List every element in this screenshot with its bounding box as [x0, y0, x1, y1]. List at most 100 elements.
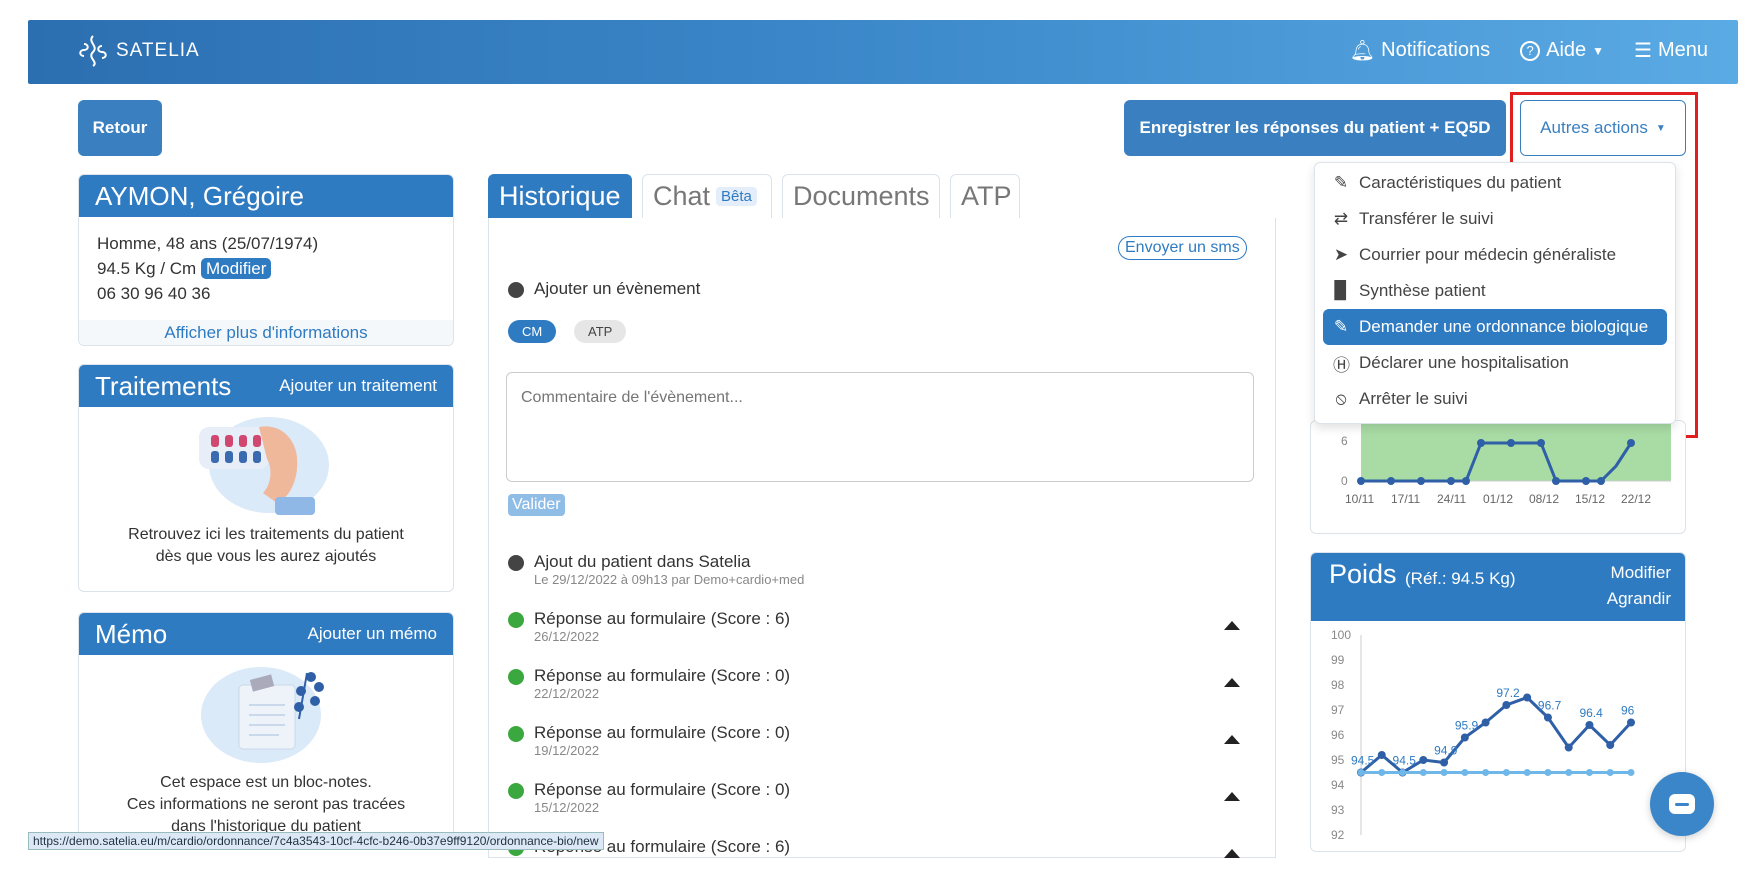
tab-atp[interactable]: ATP: [950, 174, 1020, 218]
chat-launcher-button[interactable]: [1650, 772, 1714, 836]
add-treatment-link[interactable]: Ajouter un traitement: [279, 376, 437, 396]
collapse-caret-icon[interactable]: [1224, 849, 1240, 858]
event-item[interactable]: Réponse au formulaire (Score : 0) 19/12/2…: [508, 723, 1258, 758]
menu-item-6[interactable]: ⦸ Arrêter le suivi: [1323, 381, 1667, 417]
modify-weight-button[interactable]: Modifier: [200, 258, 272, 279]
event-date: 26/12/2022: [534, 629, 600, 644]
hamburger-icon: ☰: [1634, 40, 1652, 62]
caret-down-icon: ▼: [1655, 122, 1666, 134]
score-ytick: 6: [1341, 434, 1348, 448]
cm-toggle[interactable]: CM: [508, 320, 557, 343]
tab-history[interactable]: Historique: [488, 174, 632, 218]
patient-demographics: Homme, 48 ans (25/07/1974): [97, 234, 319, 253]
back-button[interactable]: Retour: [78, 100, 162, 156]
y-tick-label: 100: [1331, 628, 1351, 642]
event-item[interactable]: Réponse au formulaire (Score : 6): [508, 837, 1258, 857]
paper-plane-icon: ➤: [1333, 245, 1349, 264]
data-label: 97.2: [1496, 686, 1520, 700]
data-point: [1440, 758, 1449, 767]
collapse-caret-icon[interactable]: [1224, 735, 1240, 744]
show-more-info-link[interactable]: Afficher plus d'informations: [79, 320, 453, 345]
pencil-icon: ✎: [1333, 173, 1349, 192]
satelia-logo[interactable]: SATELIA: [78, 34, 200, 68]
event-comment-input[interactable]: [506, 372, 1254, 482]
weight-reference: (Réf.: 94.5 Kg): [1405, 569, 1516, 588]
data-point: [1378, 769, 1386, 776]
save-responses-button[interactable]: Enregistrer les réponses du patient + EQ…: [1124, 100, 1506, 156]
weight-panel: Poids (Réf.: 94.5 Kg) Modifier Agrandir …: [1310, 552, 1686, 852]
menu-item-1[interactable]: ⇄ Transférer le suivi: [1323, 201, 1667, 237]
add-memo-link[interactable]: Ajouter un mémo: [308, 624, 437, 644]
data-point: [1419, 769, 1427, 776]
data-point: [1543, 713, 1552, 722]
tab-documents[interactable]: Documents: [782, 174, 940, 218]
menu-item-label: Transférer le suivi: [1359, 209, 1494, 228]
data-point: [1523, 693, 1532, 702]
menu-item-3[interactable]: ▉ Synthèse patient: [1323, 273, 1667, 309]
help-dropdown[interactable]: ? Aide ▼: [1520, 38, 1604, 63]
menu-item-4[interactable]: ✎ Demander une ordonnance biologique: [1323, 309, 1667, 345]
chat-icon: [1669, 794, 1695, 814]
validate-button[interactable]: Valider: [508, 494, 565, 516]
modify-weight-link[interactable]: Modifier: [1611, 563, 1671, 583]
treatments-title: Traitements: [95, 370, 232, 401]
treatments-empty-line2: dès que vous les aurez ajoutés: [155, 548, 377, 565]
score-chart: 6 0 10/11 17/11 24/11 01/12 08/12 15/12 …: [1341, 421, 1671, 506]
other-actions-menu: ✎ Caractéristiques du patient ⇄ Transférer …: [1314, 162, 1676, 424]
event-item[interactable]: Ajout du patient dans Satelia Le 29/12/20…: [508, 552, 1258, 587]
tab-chat[interactable]: Chat Bêta: [642, 174, 772, 218]
event-item[interactable]: Réponse au formulaire (Score : 0) 22/12/2…: [508, 666, 1258, 701]
data-label: 96.7: [1538, 699, 1562, 713]
atp-toggle[interactable]: ATP: [574, 320, 627, 343]
data-label: 96: [1621, 704, 1635, 718]
data-point: [1627, 769, 1635, 776]
event-date: Le 29/12/2022 à 09h13 par Demo+cardio+me…: [534, 572, 805, 587]
memo-line2: Ces informations ne seront pas tracées: [126, 796, 406, 813]
notifications-link[interactable]: 🔔︎ Notifications: [1350, 38, 1490, 63]
y-tick-label: 95: [1331, 753, 1345, 767]
y-tick-label: 99: [1331, 653, 1345, 667]
event-item[interactable]: Réponse au formulaire (Score : 0) 15/12/2…: [508, 780, 1258, 815]
enlarge-chart-link[interactable]: Agrandir: [1607, 589, 1671, 609]
status-dot-icon: [508, 782, 524, 799]
memo-title: Mémo: [95, 618, 168, 649]
menu-label: Menu: [1657, 39, 1708, 61]
data-point: [1606, 769, 1614, 776]
data-point: [1377, 751, 1386, 759]
notepad-illustration: [201, 667, 324, 763]
y-tick-label: 94: [1331, 778, 1345, 792]
score-xlabel: 10/11: [1345, 492, 1374, 506]
y-tick-label: 93: [1331, 803, 1345, 817]
data-point: [1461, 769, 1469, 776]
menu-item-5[interactable]: Ⓗ Déclarer une hospitalisation: [1323, 345, 1667, 381]
status-dot-icon: [508, 725, 524, 742]
data-point: [1564, 743, 1573, 752]
event-date: 19/12/2022: [534, 743, 600, 758]
history-panel: [488, 218, 1276, 858]
collapse-caret-icon[interactable]: [1224, 621, 1240, 630]
data-point: [1440, 769, 1448, 776]
event-item[interactable]: Réponse au formulaire (Score : 6) 26/12/2…: [508, 609, 1258, 644]
data-point: [1585, 721, 1594, 729]
help-label: Aide: [1546, 39, 1587, 61]
menu-item-2[interactable]: ➤ Courrier pour médecin généraliste: [1323, 237, 1667, 273]
data-point: [1419, 756, 1428, 764]
data-point: [1585, 769, 1593, 776]
collapse-caret-icon[interactable]: [1224, 678, 1240, 687]
notifications-label: Notifications: [1381, 39, 1491, 61]
event-title: Réponse au formulaire (Score : 6): [534, 609, 791, 628]
event-title: Ajout du patient dans Satelia: [534, 552, 751, 571]
menu-item-0[interactable]: ✎ Caractéristiques du patient: [1323, 165, 1667, 201]
patient-panel: AYMON, Grégoire Homme, 48 ans (25/07/197…: [78, 174, 454, 346]
event-title: Réponse au formulaire (Score : 0): [534, 780, 791, 799]
satelia-logo-icon: [79, 35, 107, 67]
other-actions-dropdown[interactable]: Autres actions ▼: [1520, 100, 1686, 156]
collapse-caret-icon[interactable]: [1224, 792, 1240, 801]
pills-illustration: [199, 417, 329, 515]
score-xlabel: 17/11: [1391, 492, 1420, 506]
menu-item-label: Caractéristiques du patient: [1359, 173, 1562, 192]
menu-button[interactable]: ☰ Menu: [1634, 38, 1708, 63]
beta-badge: Bêta: [716, 187, 757, 206]
send-sms-button[interactable]: Envoyer un sms: [1118, 236, 1247, 260]
status-dot-icon: [508, 611, 524, 628]
